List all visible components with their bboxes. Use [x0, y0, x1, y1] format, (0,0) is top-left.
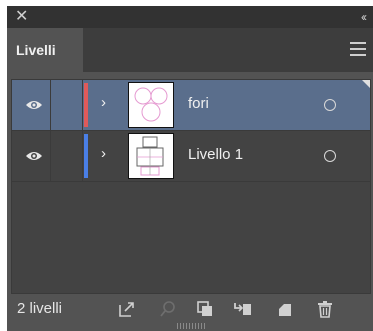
divider — [82, 131, 83, 181]
thumbnail-art-icon — [134, 87, 168, 122]
layer-color-swatch — [84, 83, 88, 127]
layer-row-livello-1[interactable]: › Livello 1 — [12, 131, 370, 182]
clipping-mask-icon[interactable] — [195, 299, 215, 319]
panel-titlebar: ✕ ‹‹ — [7, 6, 373, 28]
new-layer-icon[interactable] — [275, 299, 295, 319]
thumbnail-art-icon — [136, 136, 164, 176]
layer-count: 2 livelli — [17, 300, 63, 317]
divider — [82, 80, 83, 130]
tab-livelli[interactable]: Livelli — [7, 28, 83, 72]
collapse-icon[interactable]: ‹‹ — [361, 8, 367, 26]
divider — [50, 80, 51, 130]
eye-icon[interactable] — [25, 148, 43, 164]
layer-thumbnail — [128, 82, 174, 128]
selected-corner-marker — [362, 80, 370, 88]
layers-list: › fori › Livello 1 — [11, 79, 371, 294]
new-sublayer-icon[interactable] — [233, 299, 253, 319]
layer-color-swatch — [84, 134, 88, 178]
layer-row-fori[interactable]: › fori — [12, 80, 370, 131]
trash-icon[interactable] — [315, 299, 335, 319]
close-icon[interactable]: ✕ — [15, 8, 28, 26]
chevron-right-icon[interactable]: › — [101, 145, 106, 162]
divider — [50, 131, 51, 181]
layers-panel: ✕ ‹‹ Livelli › fori › Livello 1 2 livell… — [7, 6, 373, 331]
eye-icon[interactable] — [25, 97, 43, 113]
tab-row: Livelli — [7, 28, 373, 72]
layer-thumbnail — [128, 133, 174, 179]
target-circle-icon[interactable] — [324, 99, 336, 111]
chevron-right-icon[interactable]: › — [101, 94, 106, 111]
resize-grip[interactable] — [177, 323, 207, 329]
panel-footer: 2 livelli — [7, 297, 373, 323]
layer-name[interactable]: Livello 1 — [188, 146, 243, 163]
layer-name[interactable]: fori — [188, 95, 209, 112]
hamburger-menu-icon[interactable] — [350, 42, 366, 56]
search-icon[interactable] — [158, 299, 178, 319]
target-circle-icon[interactable] — [324, 150, 336, 162]
export-icon[interactable] — [117, 299, 137, 319]
